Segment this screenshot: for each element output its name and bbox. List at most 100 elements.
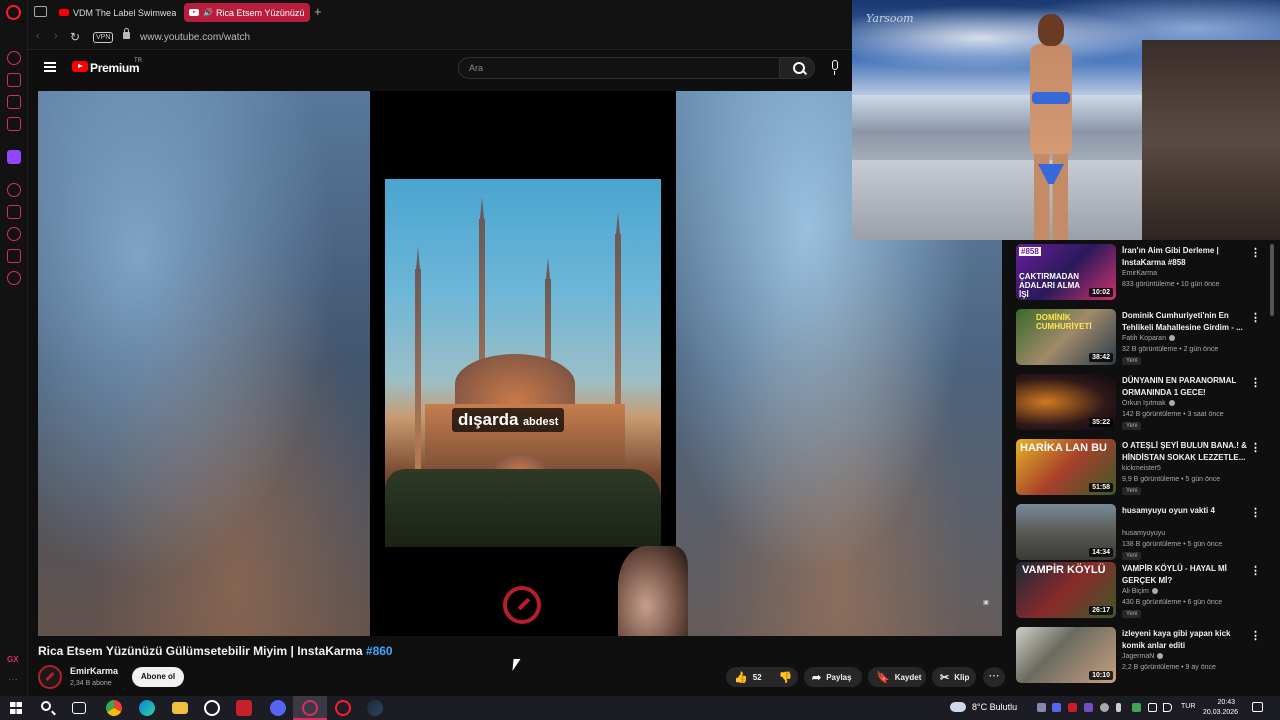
video-thumbnail[interactable]: 10:10 bbox=[1016, 627, 1116, 683]
share-button[interactable]: ➦ Paylaş bbox=[804, 667, 862, 687]
search-input[interactable]: Ara bbox=[458, 57, 780, 79]
related-channel[interactable]: husamyuyuyu bbox=[1122, 530, 1165, 537]
related-channel[interactable]: Ali Biçim bbox=[1122, 588, 1158, 595]
taskbar-search-icon[interactable] bbox=[41, 701, 51, 711]
volume-icon[interactable] bbox=[1163, 703, 1172, 712]
notification-icon[interactable] bbox=[1252, 702, 1263, 712]
url-field[interactable]: www.youtube.com/watch bbox=[140, 32, 250, 43]
clip-button[interactable]: ✂ Klip bbox=[932, 667, 976, 687]
related-title[interactable]: husamyuyu oyun vakti 4 bbox=[1122, 505, 1248, 517]
related-channel[interactable]: Fatih Koparan bbox=[1122, 335, 1175, 342]
tray-discord-icon[interactable] bbox=[1052, 703, 1061, 712]
vpn-badge[interactable]: VPN bbox=[93, 32, 114, 43]
related-channel[interactable]: EmirKarma bbox=[1122, 270, 1157, 277]
player-icon[interactable] bbox=[7, 183, 21, 197]
tray-app-icon[interactable] bbox=[1084, 703, 1093, 712]
video-thumbnail[interactable]: #858 ÇAKTIRMADAN ADALARI ALMA İŞİ 10:02 bbox=[1016, 244, 1116, 300]
settings-gear-icon[interactable] bbox=[7, 271, 21, 285]
workspace-icon[interactable] bbox=[34, 6, 47, 17]
lock-icon[interactable] bbox=[123, 28, 130, 39]
mail-icon[interactable] bbox=[7, 117, 21, 131]
youtube-premium-label[interactable]: Premium bbox=[90, 61, 140, 75]
video-thumbnail[interactable]: 14:34 bbox=[1016, 504, 1116, 560]
twitch-icon[interactable] bbox=[7, 150, 21, 164]
related-channel[interactable]: Orkun Işıtmak bbox=[1122, 400, 1175, 407]
discord-icon[interactable] bbox=[270, 700, 286, 716]
list-item[interactable]: HARİKA LAN BU 51:58 O ATEŞLİ ŞEYİ BULUN … bbox=[1016, 439, 1266, 499]
tray-steam-icon[interactable] bbox=[1037, 703, 1046, 712]
voicemod-icon[interactable] bbox=[236, 700, 252, 716]
network-icon[interactable] bbox=[1148, 703, 1157, 712]
list-item[interactable]: VAMPİR KÖYLÜ 26:17 VAMPİR KÖYLÜ - HAYAL … bbox=[1016, 562, 1266, 622]
related-title[interactable]: DÜNYANIN EN PARANORMAL ORMANINDA 1 GECE! bbox=[1122, 375, 1248, 398]
youtube-logo-icon[interactable] bbox=[72, 61, 88, 72]
video-thumbnail[interactable]: DOMİNİK CUMHURİYETİ 38:42 bbox=[1016, 309, 1116, 365]
speaker-icon[interactable]: 🔊 bbox=[203, 8, 213, 17]
microphone-icon[interactable] bbox=[1116, 703, 1121, 712]
kebab-menu-icon[interactable]: ⋮ bbox=[1250, 564, 1261, 577]
video-thumbnail[interactable]: VAMPİR KÖYLÜ 26:17 bbox=[1016, 562, 1116, 618]
video-thumbnail[interactable]: 35:22 bbox=[1016, 374, 1116, 430]
kebab-menu-icon[interactable]: ⋮ bbox=[1250, 506, 1261, 519]
chrome-icon[interactable] bbox=[106, 700, 122, 716]
windows-start-icon[interactable] bbox=[10, 702, 22, 714]
messenger-icon[interactable] bbox=[7, 95, 21, 109]
list-item[interactable]: 14:34 husamyuyu oyun vakti 4 husamyuyuyu… bbox=[1016, 504, 1266, 564]
kebab-menu-icon[interactable]: ⋮ bbox=[1250, 376, 1261, 389]
related-channel[interactable]: kickmeister5 bbox=[1122, 465, 1161, 472]
kebab-menu-icon[interactable]: ⋮ bbox=[1250, 311, 1261, 324]
aria-icon[interactable] bbox=[7, 51, 21, 65]
list-item[interactable]: 10:10 izleyeni kaya gibi yapan kick komi… bbox=[1016, 627, 1266, 687]
reload-button[interactable]: ↻ bbox=[70, 30, 80, 44]
cloud-icon[interactable] bbox=[950, 702, 966, 712]
related-scrollbar[interactable] bbox=[1269, 244, 1275, 694]
forward-button[interactable]: › bbox=[54, 30, 58, 42]
edge-icon[interactable] bbox=[139, 700, 155, 716]
kebab-menu-icon[interactable]: ⋮ bbox=[1250, 246, 1261, 259]
opera-gx-icon[interactable] bbox=[302, 700, 318, 716]
related-title[interactable]: İran'ın Aim Gibi Derleme | InstaKarma #8… bbox=[1122, 245, 1248, 268]
extensions-icon[interactable] bbox=[7, 249, 21, 263]
related-title[interactable]: Dominik Cumhuriyeti'nin En Tehlikeli Mah… bbox=[1122, 310, 1248, 333]
corner-watermark-icon[interactable]: ▣ bbox=[976, 599, 996, 621]
tab-rica-etsem[interactable]: 🔊 Rica Etsem Yüzünüzü bbox=[184, 3, 310, 22]
tray-app-icon[interactable] bbox=[1068, 703, 1077, 712]
subscribe-button[interactable]: Abone ol bbox=[132, 667, 184, 687]
like-count[interactable]: 52 bbox=[753, 673, 762, 682]
related-title[interactable]: izleyeni kaya gibi yapan kick komik anla… bbox=[1122, 628, 1248, 651]
task-view-icon[interactable] bbox=[72, 702, 86, 714]
bookmarks-icon[interactable] bbox=[7, 205, 21, 219]
back-button[interactable]: ‹ bbox=[36, 30, 40, 42]
channel-avatar[interactable] bbox=[38, 665, 62, 689]
tray-app-icon[interactable] bbox=[1100, 703, 1109, 712]
opera-logo-icon[interactable] bbox=[6, 5, 21, 20]
list-item[interactable]: DOMİNİK CUMHURİYETİ 38:42 Dominik Cumhur… bbox=[1016, 309, 1266, 369]
video-hashtag[interactable]: #860 bbox=[366, 644, 393, 658]
opera-icon[interactable] bbox=[335, 700, 351, 716]
like-icon[interactable]: 👍 bbox=[734, 671, 748, 684]
microphone-icon[interactable] bbox=[832, 60, 838, 75]
list-item[interactable]: #858 ÇAKTIRMADAN ADALARI ALMA İŞİ 10:02 … bbox=[1016, 244, 1266, 304]
new-tab-button[interactable]: + bbox=[314, 4, 322, 19]
channel-name[interactable]: EmirKarma bbox=[70, 666, 118, 676]
picture-in-picture-player[interactable]: Yarsoom bbox=[852, 0, 1280, 240]
related-channel[interactable]: JagermaN bbox=[1122, 653, 1164, 660]
steam-icon[interactable] bbox=[367, 700, 383, 716]
more-actions-button[interactable]: ⋯ bbox=[983, 667, 1005, 687]
history-icon[interactable] bbox=[7, 227, 21, 241]
list-item[interactable]: 35:22 DÜNYANIN EN PARANORMAL ORMANINDA 1… bbox=[1016, 374, 1266, 434]
menu-icon[interactable] bbox=[44, 62, 56, 72]
crypto-wallet-icon[interactable] bbox=[7, 73, 21, 87]
gx-icon[interactable]: GX bbox=[7, 655, 19, 664]
more-dots-icon[interactable]: ··· bbox=[8, 674, 18, 685]
related-title[interactable]: VAMPİR KÖYLÜ - HAYAL Mİ GERÇEK Mİ? bbox=[1122, 563, 1248, 586]
video-thumbnail[interactable]: HARİKA LAN BU 51:58 bbox=[1016, 439, 1116, 495]
tray-app-icon[interactable] bbox=[1132, 703, 1141, 712]
weather-text[interactable]: 8°C Bulutlu bbox=[972, 702, 1017, 712]
dislike-icon[interactable]: 👎 bbox=[779, 671, 793, 684]
kebab-menu-icon[interactable]: ⋮ bbox=[1250, 441, 1261, 454]
save-button[interactable]: 🔖 Kaydet bbox=[868, 667, 926, 687]
obs-icon[interactable] bbox=[204, 700, 220, 716]
language-indicator[interactable]: TUR bbox=[1181, 703, 1195, 710]
file-explorer-icon[interactable] bbox=[172, 702, 188, 714]
